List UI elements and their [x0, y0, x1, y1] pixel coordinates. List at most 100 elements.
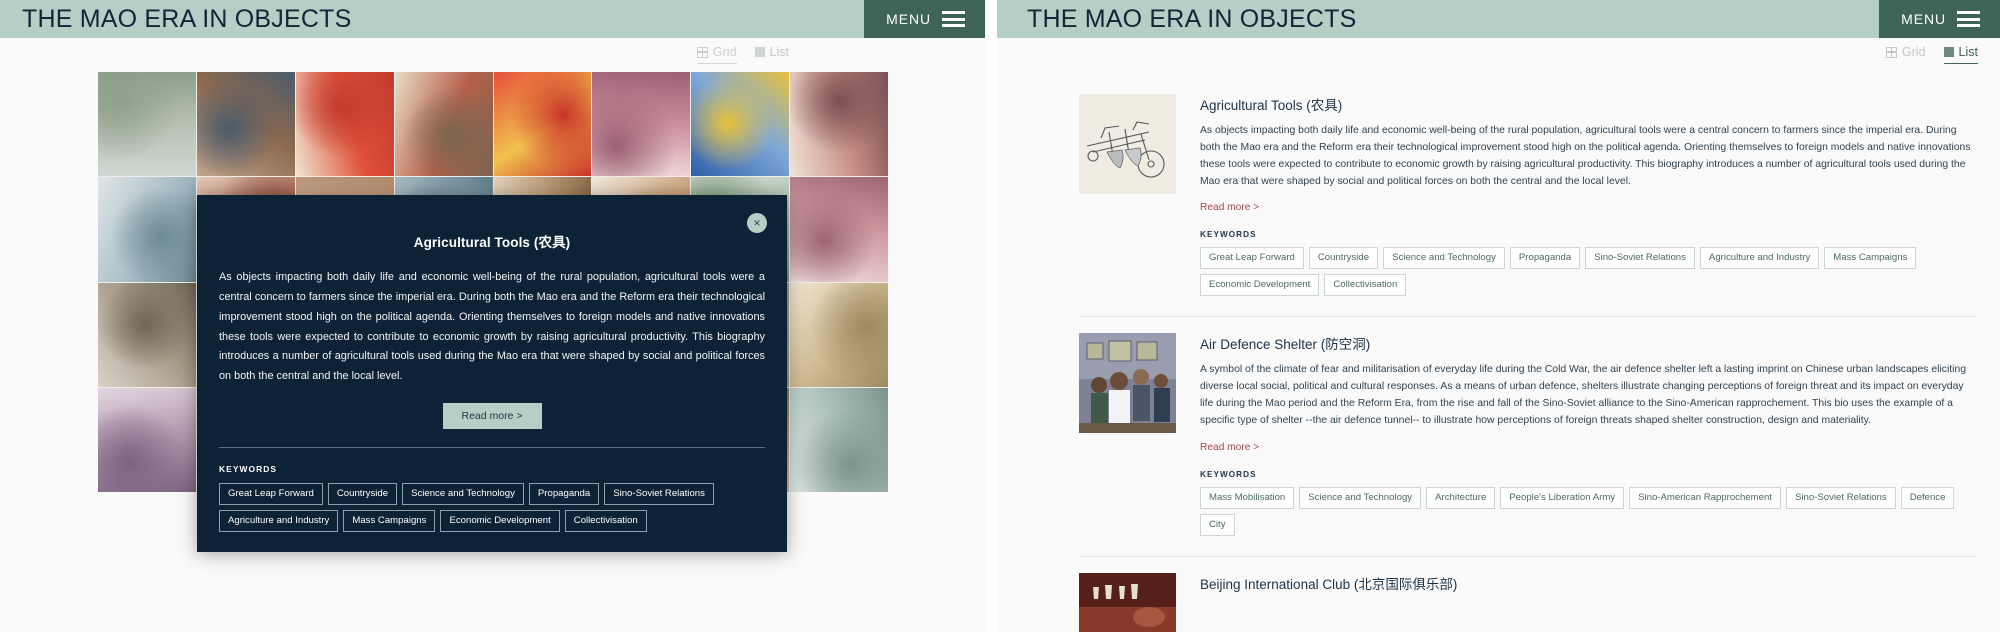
- modal-keyword-list: Great Leap Forward Countryside Science and…: [219, 483, 765, 533]
- keyword-tag[interactable]: Mass Campaigns: [343, 510, 436, 533]
- tiananmen-painting-thumbnail: [98, 72, 196, 177]
- list-item: Agricultural Tools (农具) As objects impact…: [1079, 78, 1976, 297]
- keyword-tag[interactable]: Propaganda: [1509, 247, 1581, 270]
- grid-icon: [696, 46, 708, 58]
- menu-button-label: MENU: [886, 11, 931, 27]
- keyword-tag[interactable]: People's Liberation Army: [1500, 486, 1625, 509]
- keyword-tag[interactable]: Propaganda: [528, 483, 600, 506]
- keyword-tag[interactable]: Sino-Soviet Relations: [1785, 486, 1896, 509]
- new-children-world-magazine-thumbnail: [295, 72, 394, 177]
- grid-tile[interactable]: [295, 72, 394, 177]
- keyword-tag[interactable]: Economic Development: [440, 510, 560, 533]
- textile-pattern-thumbnail: [790, 282, 888, 387]
- left-panel-grid-view: THE MAO ERA IN OBJECTS MENU Grid List × …: [0, 0, 985, 632]
- club-interior-photo-thumbnail[interactable]: [1079, 572, 1176, 632]
- keyword-tag[interactable]: Collectivisation: [564, 510, 647, 533]
- dual-panel-screenshot: THE MAO ERA IN OBJECTS MENU Grid List × …: [0, 0, 2000, 632]
- list-item-body: Agricultural Tools (农具) As objects impact…: [1200, 94, 1976, 297]
- grid-tile[interactable]: [592, 72, 691, 177]
- keyword-tag[interactable]: Sino-American Rapprochement: [1629, 486, 1781, 509]
- grid-tile[interactable]: [790, 72, 888, 177]
- keyword-tag[interactable]: Collectivisation: [1324, 274, 1407, 297]
- read-more-link[interactable]: Read more >: [1200, 442, 1259, 453]
- list-item-keyword-list: Mass Mobilisation Science and Technology A…: [1200, 486, 1976, 536]
- list-item-keywords-header: KEYWORDS: [1200, 469, 1257, 479]
- modal-read-more-wrap: Read more >: [219, 403, 765, 430]
- hamburger-icon-right: [1957, 11, 1980, 27]
- children-reading-poster-thumbnail: [790, 177, 888, 282]
- keyword-tag[interactable]: Science and Technology: [1299, 486, 1422, 509]
- grid-tile[interactable]: [394, 72, 493, 177]
- shelter-interior-painting-thumbnail[interactable]: [1079, 333, 1176, 434]
- read-more-button[interactable]: Read more >: [442, 403, 542, 430]
- list-item: Beijing International Club (北京国际俱乐部): [1079, 557, 1976, 632]
- page-title: THE MAO ERA IN OBJECTS: [22, 4, 352, 33]
- site-header-right: THE MAO ERA IN OBJECTS MENU: [997, 0, 2000, 38]
- view-toggle-right: Grid List: [1885, 45, 1978, 64]
- object-list: Agricultural Tools (农具) As objects impact…: [997, 78, 2000, 632]
- grid-tile[interactable]: [196, 72, 295, 177]
- view-toggle-left: Grid List: [696, 45, 789, 64]
- right-panel-list-view: THE MAO ERA IN OBJECTS MENU Grid List Ag…: [997, 0, 2000, 632]
- grid-icon-right: [1885, 46, 1897, 58]
- grid-tile[interactable]: [98, 282, 196, 387]
- plough-drawing-thumbnail[interactable]: [1079, 94, 1176, 194]
- keyword-tag[interactable]: Mass Mobilisation: [1200, 486, 1295, 509]
- list-view-toggle[interactable]: List: [754, 45, 789, 64]
- grid-tile[interactable]: [493, 72, 592, 177]
- mao-standing-portrait-thumbnail: [98, 177, 196, 282]
- grid-tile[interactable]: [98, 177, 196, 282]
- list-item-title[interactable]: Agricultural Tools (农具): [1200, 94, 1976, 114]
- keyword-tag[interactable]: Science and Technology: [1383, 247, 1505, 270]
- list-item-title[interactable]: Beijing International Club (北京国际俱乐部): [1200, 573, 1976, 593]
- grid-tile[interactable]: [98, 72, 196, 177]
- menu-button-label-right: MENU: [1901, 11, 1946, 27]
- keyword-tag[interactable]: Science and Technology: [402, 483, 524, 506]
- worker-at-lathe-poster-thumbnail: [196, 72, 295, 177]
- keyword-tag[interactable]: Countryside: [1308, 247, 1379, 270]
- keyword-tag[interactable]: Great Leap Forward: [1200, 247, 1304, 270]
- modal-divider: [219, 447, 765, 449]
- grid-view-toggle-right[interactable]: Grid: [1885, 45, 1926, 64]
- grid-tile[interactable]: [691, 72, 790, 177]
- grid-tile[interactable]: [98, 387, 196, 492]
- keyword-tag[interactable]: Agriculture and Industry: [219, 510, 339, 533]
- keyword-tag[interactable]: Defence: [1900, 486, 1955, 509]
- list-icon-right: [1943, 47, 1954, 57]
- read-more-link[interactable]: Read more >: [1200, 202, 1259, 213]
- keyword-tag[interactable]: Countryside: [327, 483, 398, 506]
- list-view-toggle-right[interactable]: List: [1943, 45, 1978, 64]
- grid-tile[interactable]: [790, 282, 888, 387]
- keyword-tag[interactable]: Great Leap Forward: [219, 483, 323, 506]
- keyword-tag[interactable]: Sino-Soviet Relations: [604, 483, 714, 506]
- page-title-right: THE MAO ERA IN OBJECTS: [1027, 4, 1357, 33]
- list-item-keywords-header: KEYWORDS: [1200, 230, 1257, 240]
- peoples-bank-of-china-note-thumbnail: [592, 72, 691, 177]
- list-item-keyword-list: Great Leap Forward Countryside Science and…: [1200, 247, 1976, 297]
- keyword-tag[interactable]: City: [1200, 513, 1235, 536]
- keyword-tag[interactable]: Architecture: [1426, 486, 1496, 509]
- keyword-tag[interactable]: Mass Campaigns: [1824, 247, 1917, 270]
- grid-view-label: Grid: [712, 45, 737, 59]
- modal-description: As objects impacting both daily life and…: [219, 271, 765, 383]
- grid-view-toggle[interactable]: Grid: [696, 45, 737, 64]
- keyword-tag[interactable]: Agriculture and Industry: [1699, 247, 1820, 270]
- close-icon[interactable]: ×: [747, 213, 767, 233]
- menu-button-right[interactable]: MENU: [1879, 0, 2000, 38]
- keyword-tag[interactable]: Economic Development: [1200, 274, 1320, 297]
- list-item-body: Air Defence Shelter (防空洞) A symbol of the…: [1200, 333, 1976, 536]
- list-view-label: List: [769, 45, 789, 59]
- keyword-tag[interactable]: Sino-Soviet Relations: [1585, 247, 1695, 270]
- list-item-title[interactable]: Air Defence Shelter (防空洞): [1200, 333, 1976, 353]
- menu-button[interactable]: MENU: [864, 0, 985, 38]
- panel-divider: [985, 0, 997, 632]
- list-icon: [754, 47, 765, 57]
- grid-tile[interactable]: [790, 177, 888, 282]
- list-item-description: A symbol of the climate of fear and mili…: [1200, 364, 1967, 426]
- modal-keywords-header: KEYWORDS: [219, 464, 278, 475]
- per-cinque-shou-film-poster-thumbnail: [691, 72, 790, 177]
- grid-tile[interactable]: [790, 387, 888, 492]
- grid-view-label-right: Grid: [1901, 45, 1926, 59]
- hamburger-icon: [942, 11, 965, 27]
- site-header-left: THE MAO ERA IN OBJECTS MENU: [0, 0, 985, 38]
